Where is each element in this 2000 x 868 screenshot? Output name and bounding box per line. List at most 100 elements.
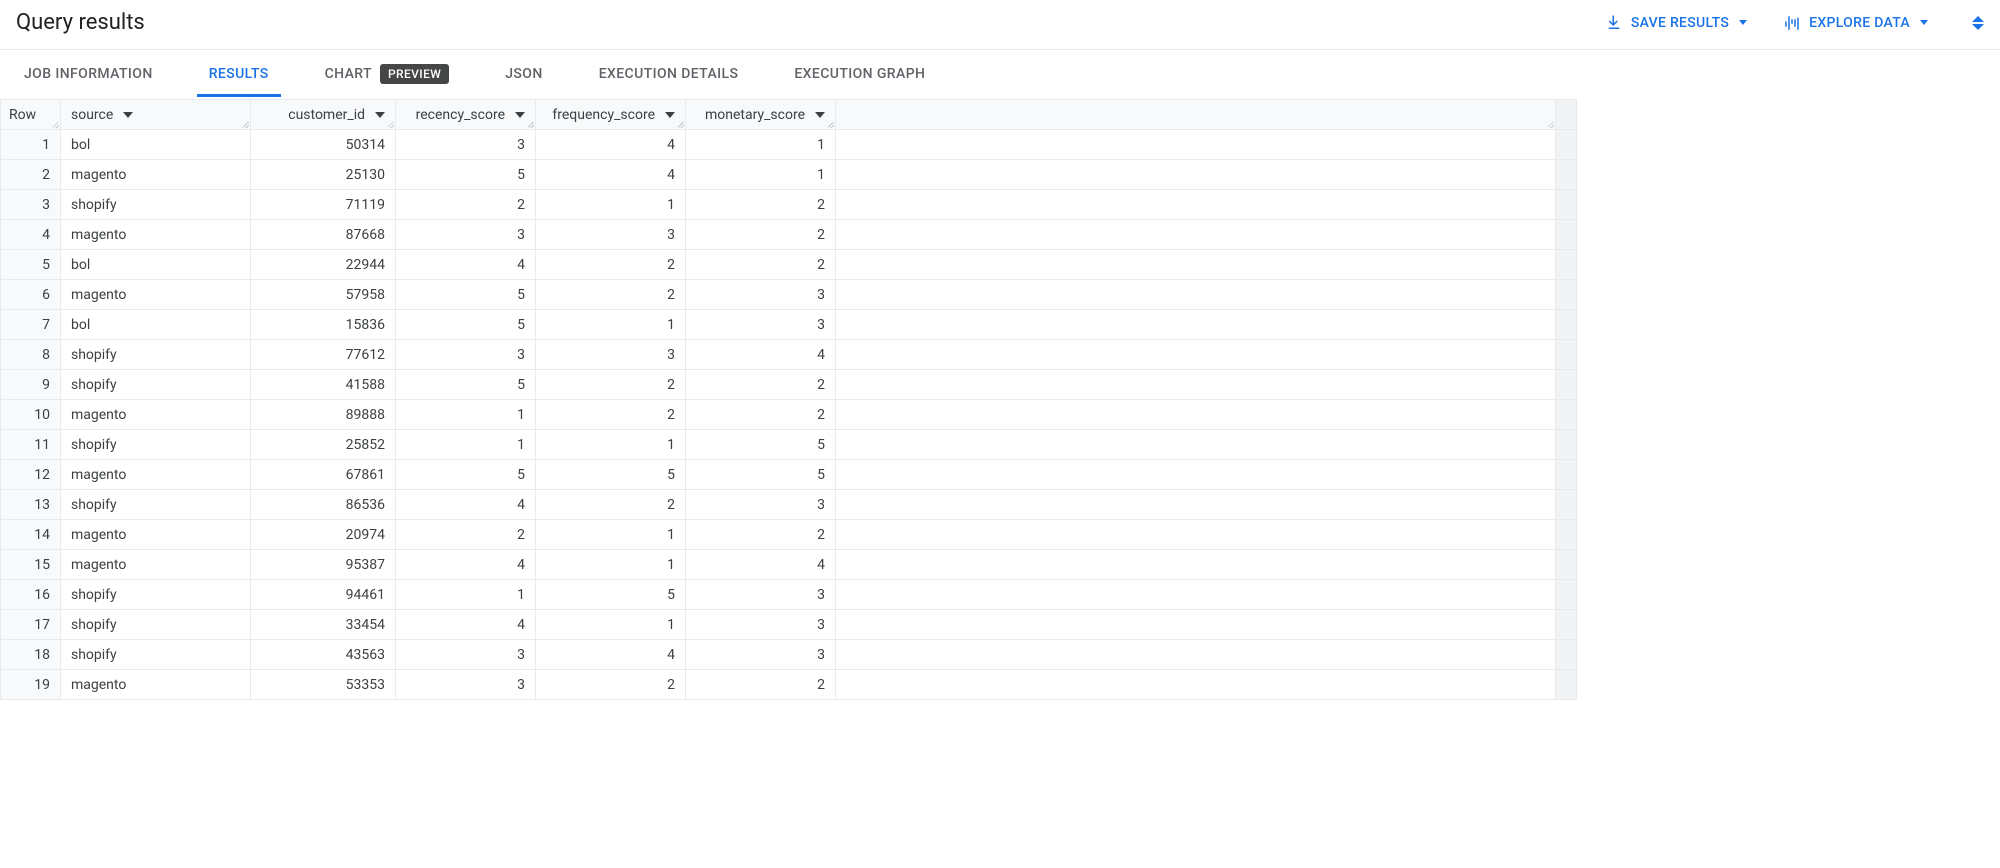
tab-job-information[interactable]: JOB INFORMATION bbox=[12, 52, 165, 97]
scrollbar-gutter bbox=[1556, 190, 1577, 220]
table-row[interactable]: 7bol15836513 bbox=[1, 310, 1577, 340]
table-row[interactable]: 19magento53353322 bbox=[1, 670, 1577, 700]
col-header-customer-id[interactable]: customer_id bbox=[251, 100, 396, 130]
cell-recency-score: 4 bbox=[396, 490, 536, 520]
table-row[interactable]: 8shopify77612334 bbox=[1, 340, 1577, 370]
cell-source: magento bbox=[61, 520, 251, 550]
cell-monetary-score: 5 bbox=[686, 430, 836, 460]
cell-customer-id: 77612 bbox=[251, 340, 396, 370]
cell-source: magento bbox=[61, 280, 251, 310]
table-row[interactable]: 17shopify33454413 bbox=[1, 610, 1577, 640]
cell-customer-id: 94461 bbox=[251, 580, 396, 610]
download-icon bbox=[1605, 14, 1623, 32]
tab-json[interactable]: JSON bbox=[493, 52, 554, 97]
column-menu-icon[interactable] bbox=[123, 112, 133, 118]
cell-frequency-score: 1 bbox=[536, 520, 686, 550]
cell-customer-id: 57958 bbox=[251, 280, 396, 310]
tab-chart-label: CHART bbox=[325, 66, 372, 82]
cell-row: 15 bbox=[1, 550, 61, 580]
table-row[interactable]: 13shopify86536423 bbox=[1, 490, 1577, 520]
table-row[interactable]: 15magento95387414 bbox=[1, 550, 1577, 580]
cell-recency-score: 3 bbox=[396, 220, 536, 250]
scrollbar-gutter bbox=[1556, 580, 1577, 610]
cell-frequency-score: 1 bbox=[536, 310, 686, 340]
col-header-row[interactable]: Row bbox=[1, 100, 61, 130]
expand-collapse-button[interactable] bbox=[1972, 16, 1984, 30]
cell-row: 10 bbox=[1, 400, 61, 430]
cell-customer-id: 33454 bbox=[251, 610, 396, 640]
cell-row: 11 bbox=[1, 430, 61, 460]
cell-recency-score: 2 bbox=[396, 190, 536, 220]
cell-row: 9 bbox=[1, 370, 61, 400]
cell-customer-id: 53353 bbox=[251, 670, 396, 700]
cell-filler bbox=[836, 370, 1556, 400]
table-row[interactable]: 11shopify25852115 bbox=[1, 430, 1577, 460]
cell-filler bbox=[836, 520, 1556, 550]
table-row[interactable]: 12magento67861555 bbox=[1, 460, 1577, 490]
tab-results[interactable]: RESULTS bbox=[197, 52, 281, 97]
resize-handle[interactable] bbox=[526, 120, 534, 128]
table-header-row: Row source customer_id bbox=[1, 100, 1577, 130]
bar-chart-icon bbox=[1783, 14, 1801, 32]
cell-customer-id: 89888 bbox=[251, 400, 396, 430]
explore-data-button[interactable]: EXPLORE DATA bbox=[1783, 14, 1928, 32]
col-header-source[interactable]: source bbox=[61, 100, 251, 130]
resize-handle[interactable] bbox=[386, 120, 394, 128]
column-menu-icon[interactable] bbox=[515, 112, 525, 118]
table-row[interactable]: 10magento89888122 bbox=[1, 400, 1577, 430]
cell-source: shopify bbox=[61, 340, 251, 370]
table-row[interactable]: 2magento25130541 bbox=[1, 160, 1577, 190]
col-header-source-label: source bbox=[71, 107, 113, 123]
table-row[interactable]: 4magento87668332 bbox=[1, 220, 1577, 250]
save-results-button[interactable]: SAVE RESULTS bbox=[1605, 14, 1747, 32]
col-header-frequency-score-label: frequency_score bbox=[552, 107, 655, 123]
cell-customer-id: 25130 bbox=[251, 160, 396, 190]
col-header-filler bbox=[836, 100, 1556, 130]
cell-source: magento bbox=[61, 670, 251, 700]
tab-execution-graph[interactable]: EXECUTION GRAPH bbox=[782, 52, 937, 97]
cell-filler bbox=[836, 310, 1556, 340]
table-row[interactable]: 6magento57958523 bbox=[1, 280, 1577, 310]
table-row[interactable]: 18shopify43563343 bbox=[1, 640, 1577, 670]
table-row[interactable]: 16shopify94461153 bbox=[1, 580, 1577, 610]
chevron-down-icon bbox=[1920, 20, 1928, 25]
cell-monetary-score: 2 bbox=[686, 670, 836, 700]
resize-handle[interactable] bbox=[1546, 120, 1554, 128]
tab-chart[interactable]: CHART PREVIEW bbox=[313, 50, 462, 99]
cell-frequency-score: 5 bbox=[536, 460, 686, 490]
cell-recency-score: 2 bbox=[396, 520, 536, 550]
scrollbar-gutter bbox=[1556, 160, 1577, 190]
cell-row: 16 bbox=[1, 580, 61, 610]
table-row[interactable]: 3shopify71119212 bbox=[1, 190, 1577, 220]
cell-customer-id: 25852 bbox=[251, 430, 396, 460]
table-row[interactable]: 9shopify41588522 bbox=[1, 370, 1577, 400]
cell-filler bbox=[836, 250, 1556, 280]
cell-monetary-score: 2 bbox=[686, 400, 836, 430]
col-header-frequency-score[interactable]: frequency_score bbox=[536, 100, 686, 130]
cell-customer-id: 20974 bbox=[251, 520, 396, 550]
resize-handle[interactable] bbox=[241, 120, 249, 128]
cell-row: 13 bbox=[1, 490, 61, 520]
page-title: Query results bbox=[16, 10, 145, 35]
cell-filler bbox=[836, 220, 1556, 250]
cell-recency-score: 4 bbox=[396, 250, 536, 280]
tab-execution-details[interactable]: EXECUTION DETAILS bbox=[587, 52, 751, 97]
table-row[interactable]: 14magento20974212 bbox=[1, 520, 1577, 550]
cell-row: 7 bbox=[1, 310, 61, 340]
column-menu-icon[interactable] bbox=[665, 112, 675, 118]
column-menu-icon[interactable] bbox=[815, 112, 825, 118]
cell-recency-score: 1 bbox=[396, 430, 536, 460]
cell-monetary-score: 3 bbox=[686, 280, 836, 310]
scrollbar-gutter bbox=[1556, 280, 1577, 310]
resize-handle[interactable] bbox=[676, 120, 684, 128]
table-row[interactable]: 5bol22944422 bbox=[1, 250, 1577, 280]
scrollbar-gutter bbox=[1556, 520, 1577, 550]
scrollbar-gutter bbox=[1556, 670, 1577, 700]
col-header-recency-score[interactable]: recency_score bbox=[396, 100, 536, 130]
scrollbar-gutter bbox=[1556, 400, 1577, 430]
resize-handle[interactable] bbox=[51, 120, 59, 128]
table-row[interactable]: 1bol50314341 bbox=[1, 130, 1577, 160]
col-header-monetary-score[interactable]: monetary_score bbox=[686, 100, 836, 130]
resize-handle[interactable] bbox=[826, 120, 834, 128]
column-menu-icon[interactable] bbox=[375, 112, 385, 118]
